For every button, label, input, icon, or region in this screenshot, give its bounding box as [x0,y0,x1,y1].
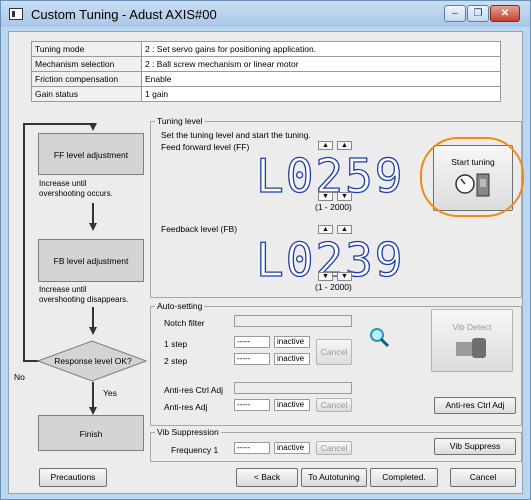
close-button[interactable]: ✕ [490,5,520,22]
minimize-button[interactable]: – [444,5,466,22]
magnifier-icon[interactable] [368,326,390,348]
fb-down-fine-button[interactable]: ▼ [337,272,352,281]
completed-button[interactable]: Completed. [370,468,438,487]
antires-adj-label: Anti-res Adj [164,402,208,412]
loop-top-line [23,123,93,125]
tuning-level-legend: Tuning level [157,116,203,126]
step2-label: 2 step [164,356,188,366]
antires-status: inactive [274,399,310,411]
decision-label: Response level OK? [54,356,132,366]
flow-line [92,307,94,327]
vib-suppress-button[interactable]: Vib Suppress [434,438,516,455]
ff-level-label: Feed forward level (FF) [161,142,250,152]
fb-down-spinners: ▼ ▼ [318,272,352,281]
table-row: Mechanism selection 2 : Ball screw mechan… [31,56,501,72]
fb-range: (1 - 2000) [315,282,352,292]
fb-level-label: Feedback level (FB) [161,224,238,234]
ff-down-fine-button[interactable]: ▼ [337,192,352,201]
title-bar[interactable]: Custom Tuning - Adust AXIS#00 – ❐ ✕ [1,1,530,27]
arrow-down-icon [89,407,97,415]
window-title: Custom Tuning - Adust AXIS#00 [31,7,217,22]
notch-filter-field [234,315,352,327]
settings-summary-table: Tuning mode 2 : Set servo gains for posit… [31,41,501,102]
ff-down-spinners: ▼ ▼ [318,192,352,201]
row-value: Enable [141,71,501,87]
to-autotuning-button[interactable]: To Autotuning [301,468,367,487]
step2-value: ----- [234,353,270,365]
fb-hint: Increase until overshooting disappears. [39,285,129,304]
fb-level-step: FB level adjustment [38,239,144,282]
row-value: 2 : Set servo gains for positioning appl… [141,41,501,57]
row-key: Friction compensation [31,71,142,87]
arrow-down-icon [89,123,97,131]
ff-range: (1 - 2000) [315,202,352,212]
flow-line [92,203,94,223]
custom-tuning-window: Custom Tuning - Adust AXIS#00 – ❐ ✕ Tuni… [0,0,531,500]
row-key: Mechanism selection [31,56,142,72]
vib-suppression-legend: Vib Suppression [157,427,219,437]
table-row: Gain status 1 gain [31,86,501,102]
frequency-label: Frequency 1 [171,445,219,455]
row-value: 1 gain [141,86,501,102]
yes-label: Yes [103,388,117,398]
vib-detect-button[interactable]: Vib Detect [431,309,513,372]
row-value: 2 : Ball screw mechanism or linear motor [141,56,501,72]
ff-hint: Increase until overshooting occurs. [39,179,113,198]
row-key: Gain status [31,86,142,102]
flow-line [92,382,94,408]
vib-detect-label: Vib Detect [452,322,492,332]
row-key: Tuning mode [31,41,142,57]
antires-value: ----- [234,399,270,411]
fb-down-coarse-button[interactable]: ▼ [318,272,333,281]
table-row: Tuning mode 2 : Set servo gains for posit… [31,41,501,57]
step1-value: ----- [234,336,270,348]
tuning-instruction: Set the tuning level and start the tunin… [161,130,311,140]
frequency-status: inactive [274,442,310,454]
antires-ctrl-label: Anti-res Ctrl Adj [164,385,224,395]
step1-label: 1 step [164,339,188,349]
antires-ctrl-adj-button[interactable]: Anti-res Ctrl Adj [434,397,516,414]
start-tuning-highlight [420,137,524,217]
table-row: Friction compensation Enable [31,71,501,87]
finish-step: Finish [38,415,144,451]
arrow-down-icon [89,223,97,231]
notch-cancel-button[interactable]: Cancel [316,339,352,365]
arrow-down-icon [89,327,97,335]
step2-status: inactive [274,353,310,365]
ff-level-step: FF level adjustment [38,133,144,175]
antires-cancel-button[interactable]: Cancel [316,398,352,412]
notch-filter-label: Notch filter [164,318,205,328]
maximize-button[interactable]: ❐ [467,5,489,22]
frequency-value: ----- [234,442,270,454]
back-button[interactable]: < Back [236,468,298,487]
no-label: No [14,372,25,382]
vib-sensor-icon [456,338,486,358]
antires-ctrl-field [234,382,352,394]
ff-down-coarse-button[interactable]: ▼ [318,192,333,201]
loop-back-line [23,123,25,361]
auto-setting-legend: Auto-setting [157,301,203,311]
app-icon [9,8,23,20]
precautions-button[interactable]: Precautions [39,468,107,487]
step1-status: inactive [274,336,310,348]
cancel-button[interactable]: Cancel [450,468,516,487]
vib-cancel-button[interactable]: Cancel [316,441,352,455]
